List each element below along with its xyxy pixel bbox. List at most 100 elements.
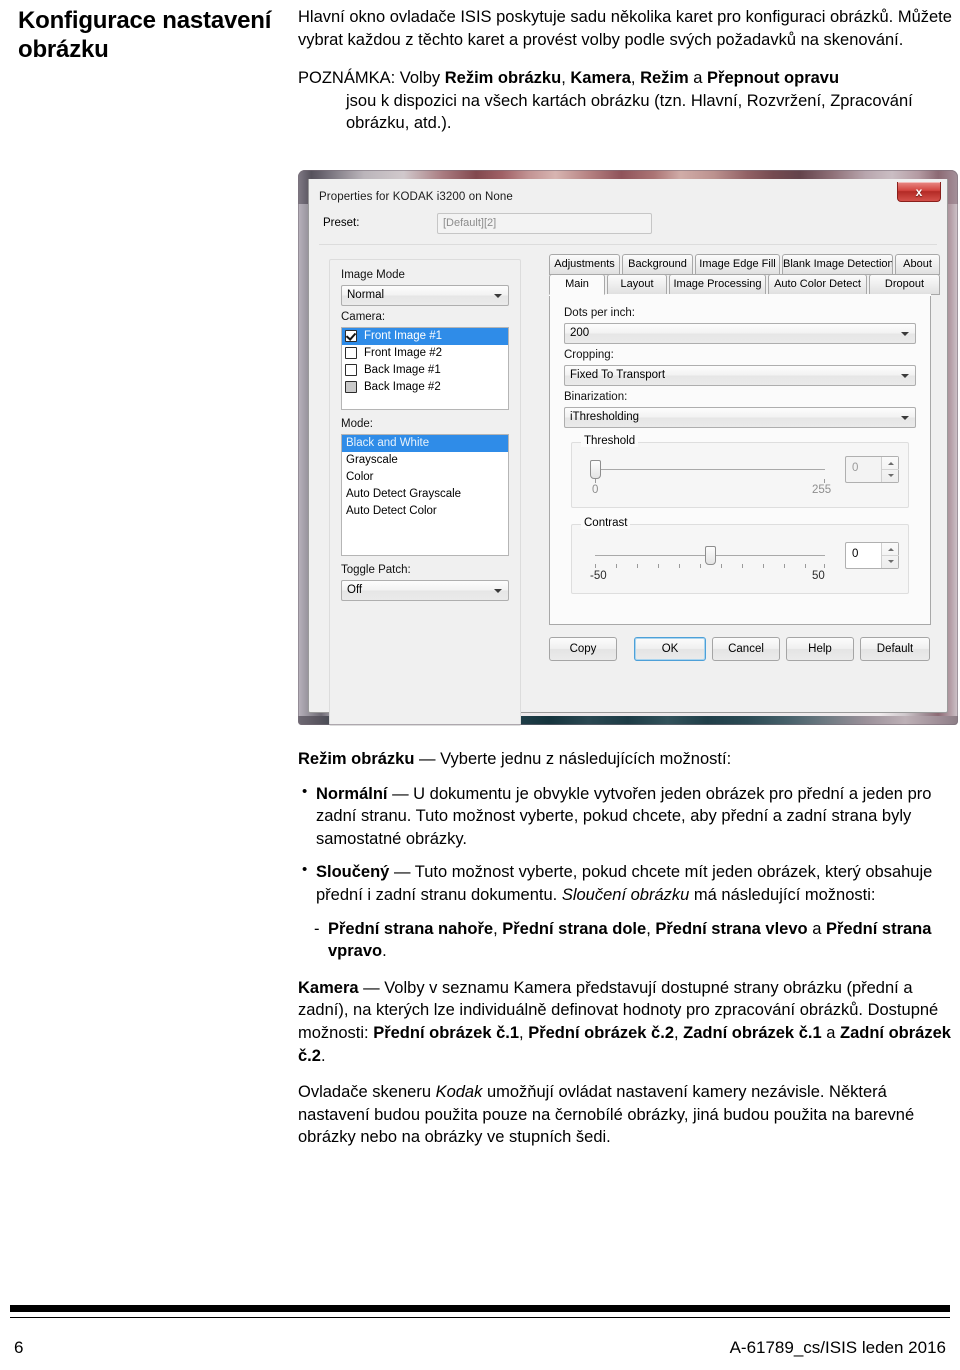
- tab-layout[interactable]: Layout: [607, 274, 667, 295]
- contrast-spinner[interactable]: 0: [845, 542, 899, 569]
- cam-sep-3: a: [821, 1023, 840, 1042]
- kamera-paragraph: Kamera — Volby v seznamu Kamera představ…: [298, 977, 958, 1067]
- term-predni-strana-vlevo: Přední strana vlevo: [655, 919, 808, 938]
- note-term-toggle-patch: Přepnout opravu: [707, 69, 840, 88]
- note-sep-3: a: [688, 69, 708, 88]
- close-icon[interactable]: x: [897, 182, 941, 202]
- note-sep-2: ,: [630, 69, 641, 88]
- tab-blank-image-detection[interactable]: Blank Image Detection: [782, 254, 893, 275]
- cropping-label: Cropping:: [564, 349, 614, 361]
- term-slouceni-obrazku: Sloučení obrázku: [561, 885, 690, 904]
- kodak-text-1: Ovladače skeneru: [298, 1083, 436, 1102]
- list-item[interactable]: Front Image #2: [342, 345, 508, 362]
- properties-dialog: Properties for KODAK i3200 on None x Pre…: [308, 179, 948, 726]
- list-item[interactable]: Back Image #2: [342, 379, 508, 396]
- ok-button[interactable]: OK: [634, 637, 706, 661]
- document-page: Konfigurace nastavení obrázku Hlavní okn…: [0, 0, 960, 1370]
- threshold-max-label: 255: [812, 484, 832, 496]
- tab-dropout[interactable]: Dropout: [869, 274, 940, 295]
- contrast-value: 0: [852, 548, 859, 560]
- list-item[interactable]: Black and White: [342, 435, 508, 452]
- camera-item-label: Back Image #1: [364, 364, 441, 376]
- threshold-value: 0: [852, 462, 859, 474]
- tab-auto-color-detect[interactable]: Auto Color Detect: [768, 274, 867, 295]
- term-predni-obrazek-2: Přední obrázek č.2: [528, 1023, 674, 1042]
- mode-description-block: Režim obrázku — Vyberte jednu z následuj…: [298, 748, 958, 1161]
- toggle-patch-value: Off: [347, 584, 363, 596]
- term-predni-strana-dole: Přední strana dole: [502, 919, 647, 938]
- image-mode-combo[interactable]: Normal: [341, 285, 509, 306]
- dialog-body: Preset: [Default][2] Image Mode Normal C…: [309, 207, 947, 726]
- copy-button[interactable]: Copy: [549, 637, 617, 661]
- contrast-min-label: -50: [590, 570, 607, 582]
- threshold-spinner[interactable]: 0: [845, 456, 899, 483]
- spinner-down-icon[interactable]: [882, 555, 899, 568]
- tab-adjustments[interactable]: Adjustments: [549, 254, 620, 275]
- list-item[interactable]: Back Image #1: [342, 362, 508, 379]
- threshold-slider-track[interactable]: [595, 469, 825, 470]
- footer-rule-thin: [10, 1317, 950, 1318]
- mode-label: Mode:: [341, 418, 373, 430]
- cam-sep-4: .: [320, 1046, 326, 1065]
- term-predni-strana-nahore: Přední strana nahoře: [328, 919, 494, 938]
- cropping-value: Fixed To Transport: [570, 369, 666, 381]
- mode-heading-line: Režim obrázku — Vyberte jednu z následuj…: [298, 748, 958, 771]
- binarization-value: iThresholding: [570, 411, 640, 423]
- default-button[interactable]: Default: [860, 637, 930, 661]
- checkbox-icon[interactable]: [345, 347, 357, 359]
- dash-merge-options: Přední strana nahoře, Přední strana dole…: [298, 918, 958, 963]
- tab-about[interactable]: About: [895, 254, 940, 275]
- camera-label: Camera:: [341, 311, 386, 323]
- camera-listbox[interactable]: Front Image #1 Front Image #2 Back Image…: [341, 327, 509, 410]
- mode-item-label: Auto Detect Grayscale: [346, 488, 462, 500]
- cropping-combo[interactable]: Fixed To Transport: [564, 365, 916, 386]
- bullet-slouceny-text-2: má následující možnosti:: [689, 885, 876, 904]
- tab-panel-joiner: [549, 294, 931, 296]
- sep-4: .: [382, 942, 387, 961]
- mode-item-label: Color: [346, 471, 374, 483]
- isis-driver-screenshot: Properties for KODAK i3200 on None x Pre…: [298, 170, 958, 726]
- bullet-slouceny: Sloučený — Tuto možnost vyberte, pokud c…: [298, 860, 958, 906]
- bullet-normalni-text: — U dokumentu je obvykle vytvořen jeden …: [316, 784, 932, 848]
- toggle-patch-combo[interactable]: Off: [341, 580, 509, 601]
- dots-per-inch-combo[interactable]: 200: [564, 323, 916, 344]
- toggle-patch-label: Toggle Patch:: [341, 564, 411, 576]
- contrast-slider-thumb[interactable]: [705, 546, 716, 565]
- mode-item-label: Grayscale: [346, 454, 398, 466]
- note-term-mode: Režim: [640, 69, 689, 88]
- list-item[interactable]: Color: [342, 469, 508, 486]
- list-item[interactable]: Front Image #1: [342, 328, 508, 345]
- checkbox-icon[interactable]: [345, 364, 357, 376]
- checkbox-icon[interactable]: [345, 330, 357, 342]
- page-section-heading: Konfigurace nastavení obrázku: [18, 7, 272, 64]
- tab-image-processing[interactable]: Image Processing: [669, 274, 766, 295]
- camera-item-label: Back Image #2: [364, 381, 441, 393]
- preset-field[interactable]: [Default][2]: [437, 213, 652, 234]
- cancel-button[interactable]: Cancel: [712, 637, 780, 661]
- mode-listbox[interactable]: Black and White Grayscale Color Auto Det…: [341, 434, 509, 556]
- note-term-image-mode: Režim obrázku: [444, 69, 562, 88]
- tab-main[interactable]: Main: [549, 274, 605, 295]
- list-item[interactable]: Auto Detect Color: [342, 503, 508, 520]
- binarization-combo[interactable]: iThresholding: [564, 407, 916, 428]
- threshold-label: Threshold: [581, 435, 639, 447]
- document-reference: A-61789_cs/ISIS leden 2016: [729, 1338, 946, 1357]
- spinner-buttons[interactable]: [881, 543, 899, 568]
- dialog-button-bar: Copy OK Cancel Help Default: [549, 637, 939, 663]
- spinner-buttons[interactable]: [881, 457, 899, 482]
- contrast-label: Contrast: [581, 517, 631, 529]
- preset-label: Preset:: [323, 217, 360, 229]
- help-button[interactable]: Help: [786, 637, 854, 661]
- threshold-tick-max: [824, 479, 825, 483]
- threshold-slider-thumb[interactable]: [590, 460, 601, 479]
- tab-image-edge-fill[interactable]: Image Edge Fill: [695, 254, 780, 275]
- threshold-tick-min: [595, 479, 596, 483]
- spinner-down-icon[interactable]: [882, 469, 899, 482]
- list-item[interactable]: Auto Detect Grayscale: [342, 486, 508, 503]
- list-item[interactable]: Grayscale: [342, 452, 508, 469]
- camera-item-label: Front Image #2: [364, 347, 442, 359]
- intro-block: Hlavní okno ovladače ISIS poskytuje sadu…: [298, 6, 953, 147]
- cam-sep-1: ,: [519, 1023, 529, 1042]
- tab-background[interactable]: Background: [622, 254, 693, 275]
- dots-per-inch-label: Dots per inch:: [564, 307, 635, 319]
